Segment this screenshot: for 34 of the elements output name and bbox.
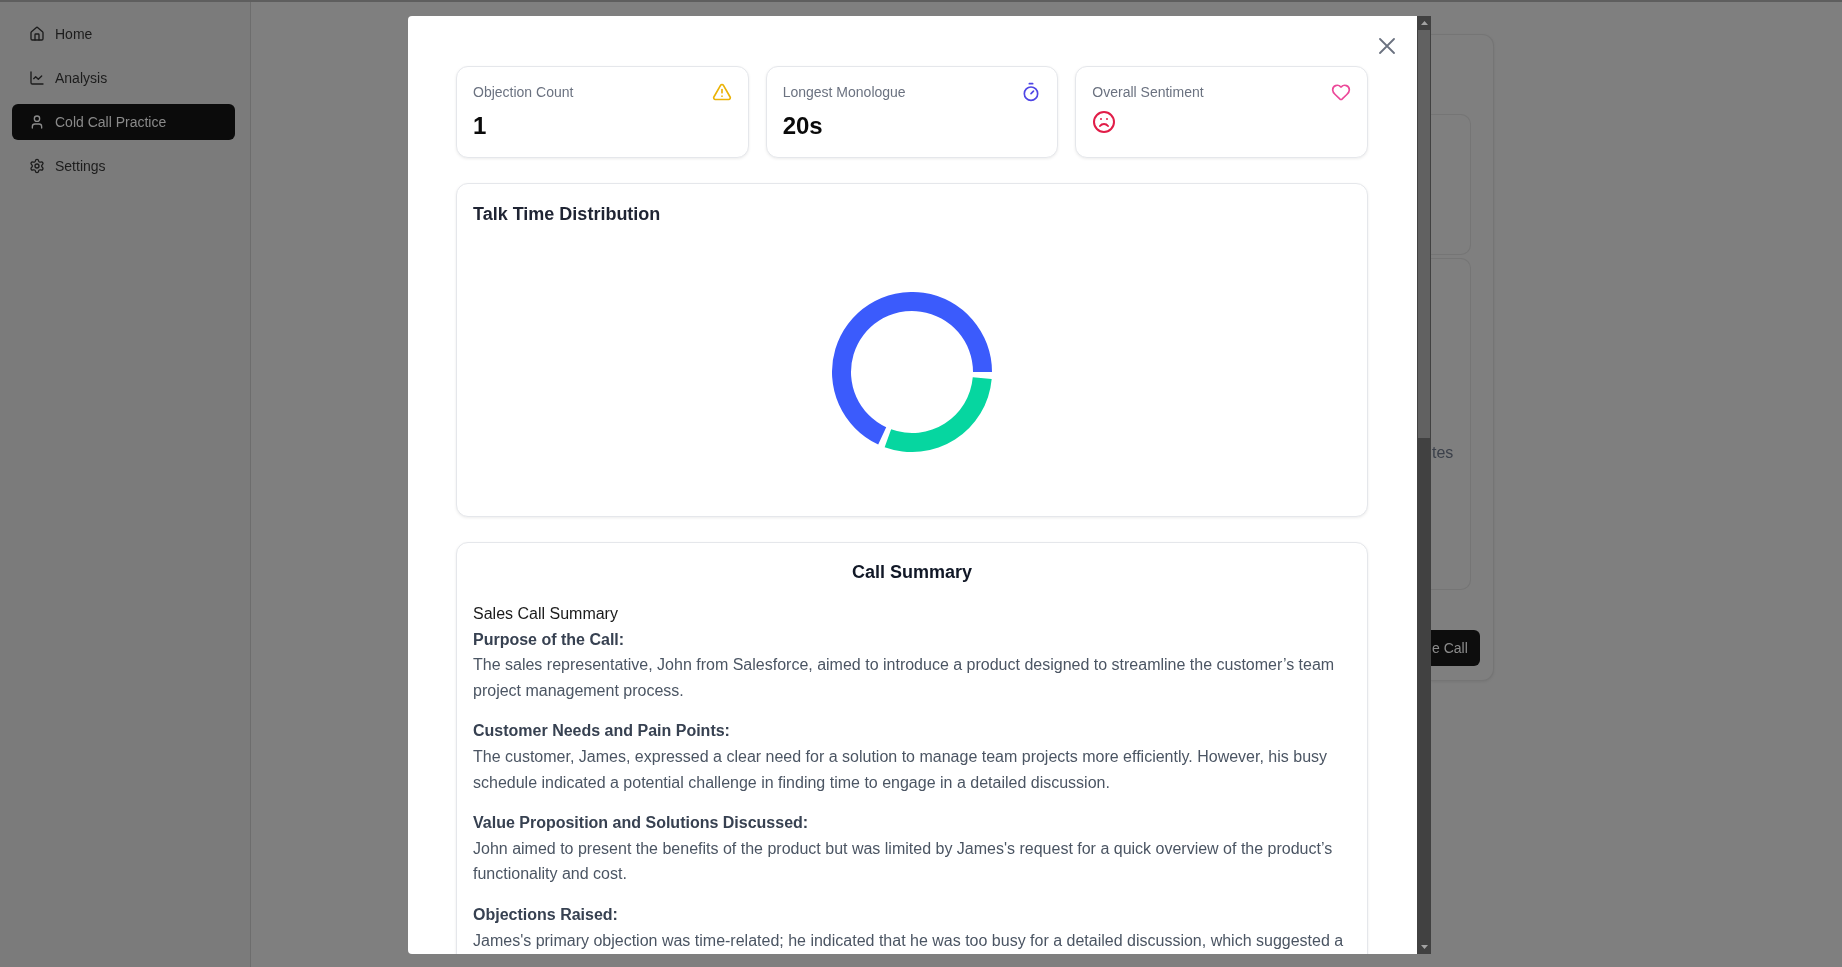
scroll-down-icon[interactable]: [1420, 945, 1428, 949]
sidebar-item[interactable]: Home: [12, 16, 235, 52]
frown-face-icon: [1092, 110, 1117, 134]
chart-title: Talk Time Distribution: [473, 203, 662, 226]
section-text: James's primary objection was time-related; he indicated that he was too busy for a detailed discussion, which suggested a: [473, 930, 1345, 951]
home-icon: [29, 26, 45, 42]
heart-icon: [1331, 82, 1351, 102]
sidebar-item[interactable]: Settings: [12, 148, 235, 184]
metric-label: Objection Count: [473, 83, 574, 102]
metric-label: Overall Sentiment: [1092, 83, 1204, 102]
settings-icon: [29, 158, 45, 174]
section-heading: Value Proposition and Solutions Discussed:: [473, 813, 810, 834]
background-text: tes: [1431, 443, 1454, 463]
sidebar-item[interactable]: Cold Call Practice: [12, 104, 235, 140]
metric-label: Longest Monologue: [782, 83, 906, 102]
section-text: The sales representative, John from Salesforce, aimed to introduce a product designed to streamline the customer’s team project management process.: [473, 655, 1336, 701]
section-text: John aimed to present the benefits of the product but was limited by James's request for a quick overview of the product’s functionality and cost.: [473, 838, 1334, 885]
section-heading: Objections Raised:: [473, 904, 619, 925]
close-button[interactable]: [1379, 38, 1395, 54]
summary-heading: Call Summary: [850, 561, 974, 584]
metric-value: 1: [473, 111, 488, 141]
scrollbar-thumb[interactable]: [1418, 30, 1430, 438]
section-text: The customer, James, expressed a clear need for a solution to manage team projects more efficiently. However, his busy schedule indicated a potential challenge in finding time to engage in a detailed discussion.: [473, 746, 1329, 793]
close-icon: [1379, 38, 1395, 54]
section-heading: Customer Needs and Pain Points:: [473, 721, 731, 742]
summary-title: Sales Call Summary: [473, 604, 619, 624]
line-chart-icon: [29, 70, 45, 86]
sidebar-item[interactable]: Analysis: [12, 60, 235, 96]
scroll-up-icon[interactable]: [1420, 21, 1428, 25]
warning-icon: [711, 82, 732, 102]
section-heading: Purpose of the Call:: [473, 629, 626, 650]
user-icon: [29, 114, 45, 130]
call-button[interactable]: e Call: [1431, 630, 1480, 666]
metric-value: 20s: [782, 111, 824, 141]
